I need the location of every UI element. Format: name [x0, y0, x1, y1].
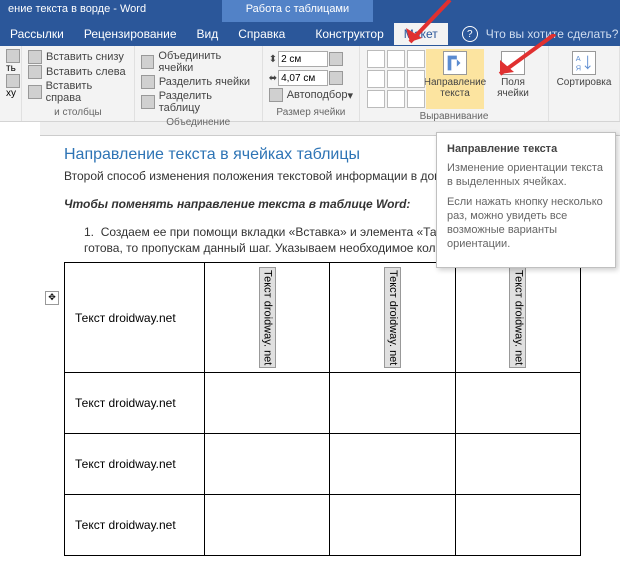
example-table[interactable]: Текст droidway.net Текст droidway. net Т…	[64, 262, 581, 556]
cell-horizontal[interactable]: Текст droidway.net	[65, 434, 205, 495]
help-icon[interactable]: ?	[462, 26, 478, 42]
cell-horizontal[interactable]: Текст droidway.net	[65, 495, 205, 556]
tab-view[interactable]: Вид	[187, 23, 229, 45]
tab-review[interactable]: Рецензирование	[74, 23, 187, 45]
row-below-icon	[28, 50, 42, 64]
cell-vertical[interactable]: Текст droidway. net	[455, 263, 580, 373]
text-direction-button[interactable]: Направление текста	[426, 49, 484, 109]
tooltip-title: Направление текста	[447, 143, 605, 155]
insert-left-button[interactable]: Вставить слева	[28, 65, 128, 79]
tooltip-text-direction: Направление текста Изменение ориентации …	[436, 132, 616, 268]
autofit-button[interactable]: Автоподбор ▾	[269, 88, 353, 102]
sort-icon: AЯ	[572, 51, 596, 75]
insert-icon[interactable]	[6, 74, 20, 88]
tooltip-desc-1: Изменение ориентации текста в выделенных…	[447, 161, 605, 189]
table-row: Текст droidway.net	[65, 373, 581, 434]
tooltip-desc-2: Если нажать кнопку несколько раз, можно …	[447, 195, 605, 251]
align-bc[interactable]	[387, 90, 405, 108]
tab-layout[interactable]: Макет	[394, 23, 448, 45]
align-mr[interactable]	[407, 70, 425, 88]
cell-vertical[interactable]: Текст droidway. net	[205, 263, 330, 373]
align-ml[interactable]	[367, 70, 385, 88]
cell-horizontal[interactable]: Текст droidway.net	[65, 373, 205, 434]
align-tc[interactable]	[387, 50, 405, 68]
sort-button[interactable]: AЯ Сортировка	[555, 49, 613, 90]
autofit-icon	[269, 88, 283, 102]
tab-design[interactable]: Конструктор	[305, 23, 393, 45]
col-right-icon	[28, 85, 42, 99]
split-cells-button[interactable]: Разделить ячейки	[141, 75, 256, 89]
tell-me-input[interactable]: Что вы хотите сделать?	[486, 27, 619, 41]
cell-margins-button[interactable]: Поля ячейки	[484, 49, 542, 109]
insert-right-button[interactable]: Вставить справа	[28, 80, 128, 104]
group-cell-size: Размер ячейки	[269, 105, 353, 118]
align-tl[interactable]	[367, 50, 385, 68]
merge-icon	[141, 55, 155, 69]
split-icon	[141, 75, 155, 89]
text-direction-icon	[443, 51, 467, 75]
row-height-input[interactable]	[278, 51, 328, 67]
align-bl[interactable]	[367, 90, 385, 108]
ribbon-tabs: Рассылки Рецензирование Вид Справка Конс…	[0, 22, 620, 46]
tab-help[interactable]: Справка	[228, 23, 295, 45]
contextual-tab-title: Работа с таблицами	[222, 0, 373, 22]
split-table-icon	[141, 95, 155, 109]
merge-cells-button[interactable]: Объединить ячейки	[141, 50, 256, 74]
ribbon: тьху Вставить снизу Вставить слева Встав…	[0, 46, 620, 122]
document-title: ение текста в ворде - Word	[0, 0, 222, 22]
table-anchor-icon[interactable]: ✥	[45, 291, 59, 305]
group-rows-cols: и столбцы	[28, 105, 128, 118]
tab-mailings[interactable]: Рассылки	[0, 23, 74, 45]
svg-text:A: A	[576, 54, 581, 63]
svg-text:Я: Я	[576, 63, 581, 72]
title-bar: ение текста в ворде - Word Работа с табл…	[0, 0, 620, 22]
table-row: Текст droidway.net	[65, 495, 581, 556]
margins-icon	[501, 51, 525, 75]
align-tr[interactable]	[407, 50, 425, 68]
dist-rows-icon[interactable]	[329, 52, 343, 66]
group-alignment: Выравнивание	[366, 109, 542, 122]
col-width-input[interactable]	[278, 70, 328, 86]
group-merge: Объединение	[141, 115, 256, 128]
col-left-icon	[28, 65, 42, 79]
cell-horizontal[interactable]: Текст droidway.net	[65, 263, 205, 373]
doc-bold-line: Чтобы поменять направление текста в табл…	[64, 197, 410, 211]
insert-below-button[interactable]: Вставить снизу	[28, 50, 128, 64]
dist-cols-icon[interactable]	[329, 71, 343, 85]
split-table-button[interactable]: Разделить таблицу	[141, 90, 256, 114]
cell-vertical[interactable]: Текст droidway. net	[330, 263, 455, 373]
table-row: Текст droidway.net Текст droidway. net Т…	[65, 263, 581, 373]
align-mc[interactable]	[387, 70, 405, 88]
delete-icon[interactable]	[6, 49, 20, 63]
align-br[interactable]	[407, 90, 425, 108]
table-row: Текст droidway.net	[65, 434, 581, 495]
